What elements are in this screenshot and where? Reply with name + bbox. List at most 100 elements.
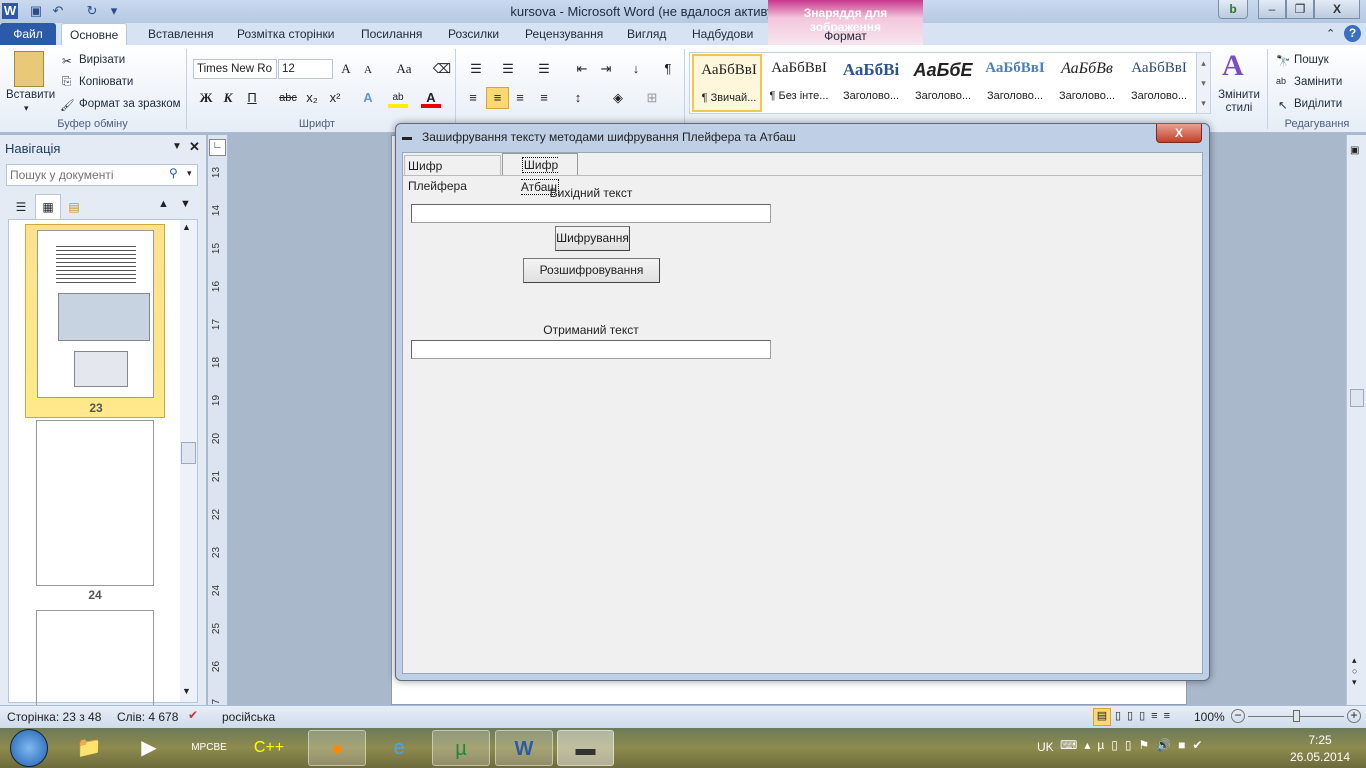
print-layout-icon[interactable]: ▤ [1093, 708, 1111, 726]
close-button[interactable]: X [1314, 0, 1360, 19]
subscript-button[interactable]: x₂ [302, 88, 322, 108]
decrypt-button[interactable]: Розшифровування [523, 258, 660, 283]
copy-button[interactable]: Копіювати [79, 76, 133, 88]
taskbar-utorrent[interactable]: µ [432, 730, 490, 766]
pages-tab-icon[interactable]: ▦ [35, 194, 61, 220]
tab-selector[interactable]: ∟ [209, 139, 226, 156]
text-effects-icon[interactable]: A [358, 88, 378, 108]
tab-home[interactable]: Основне [61, 23, 128, 45]
underline-button[interactable]: П [242, 88, 262, 108]
scroll-thumb[interactable] [1350, 389, 1364, 407]
multilevel-list-icon[interactable]: ☰ [534, 59, 554, 79]
taskbar-ie[interactable]: e [370, 730, 428, 766]
show-formatting-icon[interactable]: ¶ [658, 59, 678, 79]
superscript-button[interactable]: x² [325, 88, 345, 108]
shading-icon[interactable]: ◈ [608, 88, 628, 108]
thumbnail-page-24[interactable] [36, 420, 154, 586]
sort-icon[interactable]: ↓ [626, 59, 646, 79]
tab-insert[interactable]: Вставлення [140, 23, 222, 45]
grow-font-icon[interactable]: A [336, 59, 356, 79]
tab-addins[interactable]: Надбудови [684, 23, 761, 45]
style-no-spacing[interactable]: АаБбВвІ ¶ Без інте... [764, 54, 834, 112]
select-icon[interactable]: ↖ [1278, 98, 1288, 112]
bullets-icon[interactable]: ☰ [466, 59, 486, 79]
bing-icon[interactable]: b [1218, 0, 1248, 19]
tab-file[interactable]: Файл [0, 23, 56, 45]
clear-formatting-icon[interactable]: ⌫ [432, 59, 452, 79]
page-count[interactable]: Сторінка: 23 з 48 [7, 710, 101, 724]
collapse-ribbon-icon[interactable]: ⌃ [1326, 27, 1335, 40]
increase-indent-icon[interactable]: ⇥ [596, 59, 616, 79]
taskbar-word[interactable]: W [495, 730, 553, 766]
zoom-level[interactable]: 100% [1194, 710, 1225, 724]
style-heading-1[interactable]: АаБбВі Заголово... [836, 54, 906, 112]
nav-menu-icon[interactable]: ▼ [172, 141, 182, 152]
taskbar-firefox[interactable]: ● [308, 730, 366, 766]
style-heading-4[interactable]: АаБбВв Заголово... [1052, 54, 1122, 112]
nav-search-input[interactable] [10, 167, 160, 183]
cut-button[interactable]: Вирізати [79, 54, 125, 66]
results-tab-icon[interactable]: ▤ [62, 195, 86, 219]
proofing-icon[interactable]: ✔ [188, 708, 198, 722]
tray-icons[interactable]: ⌨▴µ▯▯⚑🔊■✔ [1060, 738, 1209, 752]
highlight-icon[interactable]: ab [388, 88, 408, 108]
taskbar-mpcbe[interactable]: MPCBE [180, 730, 238, 766]
thumbnail-page-23[interactable]: 23 [25, 224, 165, 418]
align-left-icon[interactable]: ≡ [463, 88, 483, 108]
zoom-out-button[interactable]: − [1231, 709, 1245, 723]
document-scrollbar[interactable]: ▣ ▴ ○ ▾ [1346, 135, 1366, 705]
shrink-font-icon[interactable]: A [358, 60, 378, 80]
decrease-indent-icon[interactable]: ⇤ [572, 59, 592, 79]
scroll-thumb[interactable] [181, 442, 196, 464]
style-heading-5[interactable]: АаБбВвІ Заголово... [1124, 54, 1194, 112]
search-icon[interactable]: ⚲ [169, 166, 178, 180]
copy-icon[interactable]: ⎘ [62, 76, 71, 89]
italic-button[interactable]: К [218, 88, 238, 108]
strikethrough-button[interactable]: abc [276, 88, 300, 108]
taskbar-media-player[interactable]: ▶ [120, 730, 178, 766]
nav-search[interactable]: ⚲ ▾ [6, 164, 198, 186]
bold-button[interactable]: Ж [196, 88, 216, 108]
style-heading-2[interactable]: АаБбЕ Заголово... [908, 54, 978, 112]
format-painter-button[interactable]: Формат за зразком [79, 98, 181, 110]
replace-button[interactable]: Замінити [1294, 76, 1342, 88]
change-styles-icon[interactable]: A [1222, 49, 1244, 83]
font-size-select[interactable]: 12 [278, 59, 333, 79]
zoom-in-button[interactable]: + [1347, 709, 1361, 723]
input-language[interactable]: UK [1037, 740, 1054, 754]
browse-buttons[interactable]: ▴ ○ ▾ [1352, 655, 1357, 688]
paste-button[interactable]: Вставити [6, 89, 55, 101]
help-icon[interactable]: ? [1344, 25, 1361, 42]
next-icon[interactable]: ▼ [180, 198, 191, 210]
style-normal[interactable]: АаБбВвІ ¶ Звичай... [692, 54, 762, 112]
cut-icon[interactable]: ✂ [62, 54, 72, 68]
tab-atbash[interactable]: Шифр Атбаш [502, 153, 578, 195]
nav-close-icon[interactable]: ✕ [189, 139, 200, 155]
line-spacing-icon[interactable]: ↕ [568, 88, 588, 108]
paste-icon[interactable] [14, 51, 44, 87]
tab-mailings[interactable]: Розсилки [440, 23, 507, 45]
find-button[interactable]: Пошук [1294, 54, 1329, 66]
ruler-toggle-icon[interactable]: ▣ [1350, 145, 1359, 156]
result-text-input[interactable] [411, 340, 771, 359]
language[interactable]: російська [222, 710, 275, 724]
align-center-icon[interactable]: ≡ [486, 87, 509, 109]
format-painter-icon[interactable]: 🖌 [60, 98, 75, 112]
minimize-button[interactable]: – [1258, 0, 1286, 19]
restore-button[interactable]: ❐ [1286, 0, 1314, 19]
select-button[interactable]: Виділити [1294, 98, 1342, 110]
view-buttons[interactable]: ▯▯▯≡≡ [1115, 709, 1176, 722]
find-icon[interactable]: 🔭 [1276, 54, 1290, 68]
justify-icon[interactable]: ≡ [534, 88, 554, 108]
encrypt-button[interactable]: Шифрування [555, 226, 630, 251]
tab-page-layout[interactable]: Розмітка сторінки [229, 23, 342, 45]
tab-playfair[interactable]: Шифр Плейфера [404, 155, 501, 193]
tab-format[interactable]: Формат [768, 29, 923, 43]
search-options-icon[interactable]: ▾ [187, 168, 192, 179]
zoom-slider-thumb[interactable] [1293, 710, 1300, 722]
thumbnails-scrollbar[interactable]: ▲ ▼ [180, 220, 197, 702]
font-color-icon[interactable]: A [421, 88, 441, 108]
style-heading-3[interactable]: АаБбВвІ Заголово... [980, 54, 1050, 112]
paste-dropdown-icon[interactable]: ▾ [24, 103, 29, 114]
align-right-icon[interactable]: ≡ [510, 88, 530, 108]
